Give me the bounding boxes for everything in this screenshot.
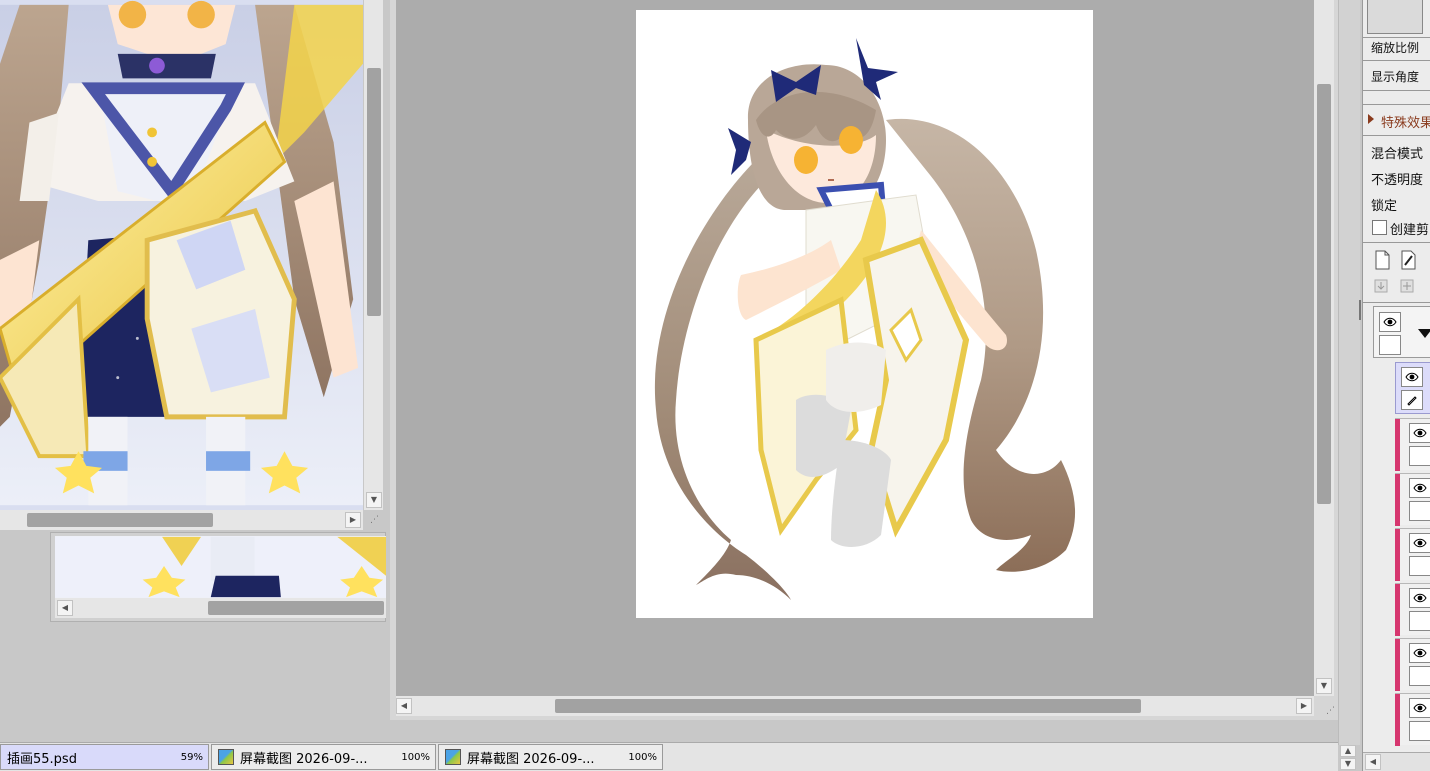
effects-expand-arrow-icon[interactable] — [1368, 114, 1374, 124]
tab-zoom: 59% — [180, 751, 203, 763]
scroll-down-arrow-icon[interactable]: ▼ — [1340, 758, 1356, 770]
scrollbar-thumb[interactable] — [1317, 84, 1331, 504]
reference-image-pane[interactable] — [0, 0, 363, 510]
layer-option-box[interactable] — [1409, 556, 1430, 576]
splitter-handle[interactable] — [1359, 300, 1361, 320]
zoom-label: 缩放比例 — [1371, 41, 1420, 55]
canvas-horizontal-scrollbar[interactable]: ◀ ▶ — [396, 696, 1314, 716]
layer-option-box[interactable] — [1409, 446, 1430, 466]
angle-label: 显示角度 — [1371, 70, 1420, 84]
navigator-preview — [1367, 0, 1423, 34]
clipping-indicator — [1395, 419, 1400, 471]
layer-folder-row[interactable] — [1373, 306, 1430, 358]
tab-zoom: 100% — [401, 751, 430, 763]
scroll-right-arrow-icon[interactable]: ▶ — [345, 512, 361, 528]
eye-visibility-icon[interactable] — [1379, 312, 1401, 332]
tab-zoom: 100% — [628, 751, 657, 763]
scroll-right-arrow-icon[interactable]: ▶ — [1296, 698, 1312, 714]
divider — [1363, 90, 1430, 91]
new-vector-layer-icon[interactable] — [1399, 250, 1417, 270]
reference-3d-character-image — [0, 0, 363, 506]
pen-edit-icon[interactable] — [1401, 390, 1423, 410]
new-layer-icon[interactable] — [1373, 250, 1391, 270]
scrollbar-thumb[interactable] — [555, 699, 1141, 713]
eye-visibility-icon[interactable] — [1409, 478, 1430, 498]
scroll-up-arrow-icon[interactable]: ▲ — [1340, 745, 1356, 757]
image-file-icon — [445, 749, 461, 765]
clipping-label[interactable]: 创建剪 — [1390, 219, 1429, 238]
layer-row[interactable] — [1395, 418, 1430, 471]
reference-pane-vertical-scrollbar[interactable]: ▼ — [363, 0, 383, 510]
eye-visibility-icon[interactable] — [1409, 698, 1430, 718]
layer-row[interactable] — [1395, 473, 1430, 526]
blend-mode-label: 混合模式 — [1371, 147, 1424, 162]
layer-row[interactable] — [1395, 583, 1430, 636]
divider — [1363, 242, 1430, 243]
scrollbar-thumb[interactable] — [27, 513, 213, 527]
clipping-indicator — [1395, 529, 1400, 581]
divider — [1363, 302, 1430, 303]
layer-option-box[interactable] — [1379, 335, 1401, 355]
effects-section-header[interactable]: 特殊效果 — [1381, 112, 1430, 131]
eye-visibility-icon[interactable] — [1409, 423, 1430, 443]
lock-label: 锁定 — [1371, 199, 1398, 214]
image-file-icon — [218, 749, 234, 765]
divider — [1363, 135, 1430, 136]
divider — [1363, 104, 1430, 105]
chibi-illustration-artwork — [654, 38, 1076, 600]
layer-option-box[interactable] — [1409, 666, 1430, 686]
scrollbar-thumb[interactable] — [367, 68, 381, 316]
layer-row-selected[interactable] — [1395, 362, 1430, 414]
eye-visibility-icon[interactable] — [1409, 643, 1430, 663]
scroll-left-arrow-icon[interactable]: ◀ — [396, 698, 412, 714]
eye-visibility-icon[interactable] — [1409, 533, 1430, 553]
tab-scroll-buttons[interactable]: ▲ ▼ — [1340, 745, 1358, 771]
clipping-indicator — [1395, 694, 1400, 746]
reference-pane-2-horizontal-scrollbar[interactable]: ◀ — [55, 598, 386, 618]
scroll-left-arrow-icon[interactable]: ◀ — [1365, 754, 1381, 770]
right-properties-panel: 缩放比例 显示角度 特殊效果 混合模式 不透明度 锁定 创建剪 ◀ — [1362, 0, 1430, 771]
layer-option-box[interactable] — [1409, 611, 1430, 631]
opacity-label: 不透明度 — [1371, 173, 1424, 188]
reference-3d-feet-image — [55, 536, 386, 598]
canvas-vertical-scrollbar[interactable]: ▼ — [1314, 0, 1334, 696]
divider — [1363, 37, 1430, 38]
layer-row[interactable] — [1395, 693, 1430, 746]
scroll-down-arrow-icon[interactable]: ▼ — [366, 492, 382, 508]
reference-image-pane-2[interactable] — [55, 536, 386, 598]
clipping-checkbox[interactable] — [1372, 220, 1387, 235]
layer-row[interactable] — [1395, 528, 1430, 581]
layer-list-bottom-scrollbar[interactable]: ◀ — [1363, 752, 1430, 771]
layer-option-box[interactable] — [1409, 721, 1430, 741]
reference-pane-horizontal-scrollbar[interactable]: ▶ — [0, 510, 363, 530]
document-tab-active[interactable]: 插画55.psd 59% — [0, 744, 209, 770]
tab-filename: 屏幕截图 2026-09-... — [467, 751, 595, 767]
clipping-indicator — [1395, 639, 1400, 691]
drawing-canvas[interactable] — [636, 10, 1093, 618]
document-tab[interactable]: 屏幕截图 2026-09-... 100% — [211, 744, 436, 770]
layer-option-box[interactable] — [1409, 501, 1430, 521]
scroll-left-arrow-icon[interactable]: ◀ — [57, 600, 73, 616]
clipping-indicator — [1395, 474, 1400, 526]
eye-visibility-icon[interactable] — [1401, 367, 1423, 387]
scroll-down-arrow-icon[interactable]: ▼ — [1316, 678, 1332, 694]
merge-down-icon[interactable] — [1399, 278, 1415, 294]
resize-grip-icon[interactable]: ⋰ — [1326, 706, 1335, 716]
tab-filename: 插画55.psd — [7, 751, 77, 767]
resize-grip-icon[interactable]: ⋰ — [370, 515, 379, 525]
document-tab[interactable]: 屏幕截图 2026-09-... 100% — [438, 744, 663, 770]
divider — [1363, 60, 1430, 61]
panel-splitter[interactable] — [1338, 0, 1361, 745]
folder-collapse-arrow-icon[interactable] — [1418, 329, 1430, 338]
tab-filename: 屏幕截图 2026-09-... — [240, 751, 368, 767]
clipping-indicator — [1395, 584, 1400, 636]
canvas-area[interactable] — [396, 0, 1314, 696]
eye-visibility-icon[interactable] — [1409, 588, 1430, 608]
transfer-down-icon[interactable] — [1373, 278, 1389, 294]
layer-row[interactable] — [1395, 638, 1430, 691]
scrollbar-thumb[interactable] — [208, 601, 384, 615]
